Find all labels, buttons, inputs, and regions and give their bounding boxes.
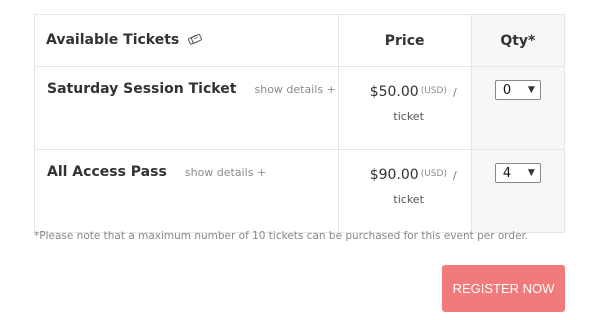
- show-details-link[interactable]: show details +: [185, 166, 266, 179]
- ticket-table: Available Tickets Price Qty* Saturday Se…: [34, 14, 566, 233]
- ticket-price: $90.00: [369, 167, 419, 183]
- quantity-value: 4: [502, 165, 512, 181]
- quantity-select[interactable]: 0 ▼: [494, 80, 541, 100]
- ticket-name-cell: Saturday Session Ticket show details +: [34, 66, 339, 150]
- price-separator: /: [452, 169, 457, 182]
- table-row: All Access Pass show details + $90.00 (US…: [34, 149, 566, 233]
- ticket-qty-cell: 0 ▼: [470, 66, 566, 150]
- table-header-row: Available Tickets Price Qty*: [34, 14, 566, 67]
- ticket-price: $50.00: [369, 84, 419, 100]
- header-available-tickets-label: Available Tickets: [46, 31, 180, 48]
- max-tickets-note: *Please note that a maximum number of 10…: [34, 230, 529, 242]
- header-qty: Qty*: [470, 14, 566, 67]
- chevron-down-icon: ▼: [527, 168, 535, 178]
- price-unit: ticket: [393, 193, 424, 206]
- ticket-name: Saturday Session Ticket: [47, 81, 237, 97]
- table-row: Saturday Session Ticket show details + $…: [34, 66, 566, 150]
- currency-label: (USD): [420, 86, 447, 96]
- ticket-price-cell: $90.00 (USD) / ticket: [337, 149, 472, 233]
- price-separator: /: [452, 86, 457, 99]
- header-available-tickets: Available Tickets: [34, 14, 339, 67]
- ticket-name-cell: All Access Pass show details +: [34, 149, 339, 233]
- quantity-value: 0: [502, 82, 512, 98]
- currency-label: (USD): [420, 169, 447, 179]
- price-unit: ticket: [393, 110, 424, 123]
- chevron-down-icon: ▼: [527, 85, 535, 95]
- ticket-qty-cell: 4 ▼: [470, 149, 566, 233]
- quantity-select[interactable]: 4 ▼: [494, 163, 541, 183]
- tickets-icon: [188, 33, 203, 50]
- header-price: Price: [337, 14, 472, 67]
- ticket-price-cell: $50.00 (USD) / ticket: [337, 66, 472, 150]
- ticket-name: All Access Pass: [47, 164, 167, 180]
- register-now-button[interactable]: REGISTER NOW: [442, 265, 565, 312]
- show-details-link[interactable]: show details +: [255, 83, 336, 96]
